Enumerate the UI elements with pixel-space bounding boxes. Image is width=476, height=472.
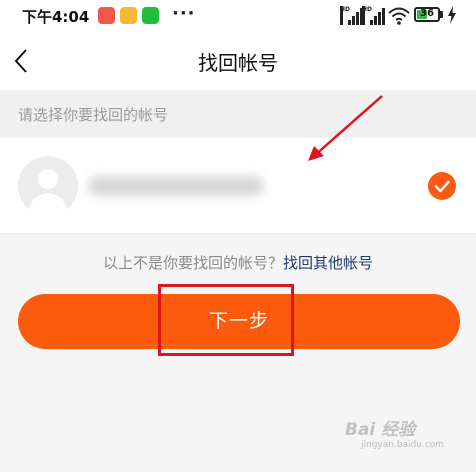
watermark-brand: Bai 经验: [345, 420, 416, 440]
signal-icon-1: HD: [340, 6, 363, 25]
blurred-account-name: [88, 176, 264, 196]
battery-icon: 36: [414, 7, 440, 22]
section-label: 请选择你要找回的帐号: [18, 106, 169, 124]
annotation-highlight-box: [158, 284, 294, 356]
section-header: 请选择你要找回的帐号: [0, 90, 476, 138]
status-time: 下午4:04: [22, 8, 90, 26]
battery-level: 36: [420, 8, 434, 19]
status-bar: 下午4:04 ··· HD HD 36: [0, 0, 476, 32]
more-notifications-icon: ···: [172, 3, 196, 24]
hint-row: 以上不是你要找回的帐号？找回其他帐号: [0, 252, 476, 273]
avatar: [18, 156, 78, 216]
hd-label: HD: [362, 6, 372, 25]
recover-other-account-link[interactable]: 找回其他帐号: [283, 254, 373, 272]
charging-icon: [448, 6, 456, 24]
hd-label: HD: [340, 6, 350, 25]
signal-icon-2: HD: [362, 6, 385, 25]
video-app-icon: [142, 7, 159, 24]
page-title: 找回帐号: [198, 51, 278, 75]
annotation-arrow: [308, 95, 383, 161]
gallery-app-icon: [98, 7, 115, 24]
notes-app-icon: [120, 7, 137, 24]
battery-cap: [440, 11, 443, 18]
watermark-url: jingyan.baidu.com: [361, 440, 445, 450]
nav-bar: 找回帐号: [0, 32, 476, 90]
account-row[interactable]: [0, 138, 476, 234]
hint-text: 以上不是你要找回的帐号？: [102, 254, 283, 272]
wifi-icon: [388, 7, 410, 25]
selected-check-icon[interactable]: [428, 172, 456, 200]
